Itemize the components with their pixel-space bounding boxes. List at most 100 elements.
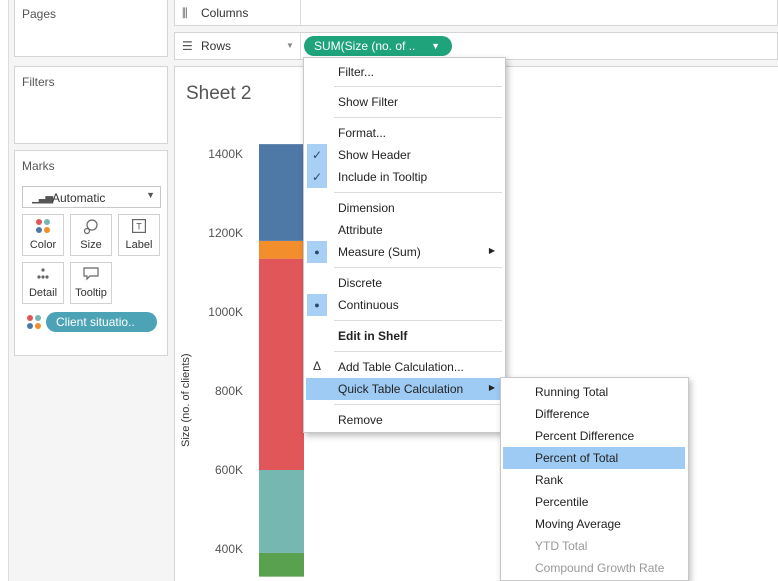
submenu-item[interactable]: Rank bbox=[503, 469, 685, 491]
tooltip-button[interactable]: Tooltip bbox=[70, 262, 112, 304]
submenu-item[interactable]: Difference bbox=[503, 403, 685, 425]
shelf-divider bbox=[300, 0, 301, 25]
pill-context-menu: Filter... Show Filter Format... ✓ Show Heade… bbox=[303, 57, 506, 433]
detail-icon bbox=[23, 267, 63, 287]
submenu-arrow-icon: ▶ bbox=[488, 383, 495, 392]
tooltip-label: Tooltip bbox=[75, 287, 107, 299]
y-tick-label: 1400K bbox=[208, 147, 243, 161]
marks-card: Marks ▁▃▅ Automatic ▼ Color Size T Label… bbox=[14, 150, 168, 356]
bar-segment[interactable] bbox=[259, 258, 304, 470]
menu-item-filter[interactable]: Filter... bbox=[306, 61, 503, 83]
columns-icon: ⫼ bbox=[182, 6, 188, 20]
bar-segment[interactable] bbox=[259, 144, 304, 241]
menu-item-label: Include in Tooltip bbox=[338, 170, 428, 184]
submenu-item[interactable]: Percent Difference bbox=[503, 425, 685, 447]
menu-item-label: Remove bbox=[338, 413, 383, 427]
columns-shelf[interactable]: ⫼ Columns bbox=[174, 0, 778, 26]
menu-item-label: Show Header bbox=[338, 148, 411, 162]
label-button[interactable]: T Label bbox=[118, 214, 160, 256]
color-icon bbox=[27, 315, 41, 329]
rows-label: Rows bbox=[201, 39, 232, 53]
label-label: Label bbox=[125, 239, 153, 251]
radio-dot-icon: ● bbox=[307, 241, 327, 263]
size-icon bbox=[71, 219, 111, 239]
left-edge-panel bbox=[0, 0, 9, 581]
radio-dot-icon: ● bbox=[307, 294, 327, 316]
pages-title: Pages bbox=[22, 7, 57, 21]
submenu-item-label: YTD Total bbox=[535, 539, 588, 553]
submenu-arrow-icon: ▶ bbox=[488, 246, 495, 255]
submenu-item[interactable]: Moving Average bbox=[503, 513, 685, 535]
shelf-divider bbox=[300, 33, 301, 59]
menu-separator bbox=[334, 117, 502, 118]
menu-item-label: Discrete bbox=[338, 276, 383, 290]
y-tick-label: 400K bbox=[215, 542, 243, 556]
submenu-item-label: Rank bbox=[535, 473, 564, 487]
bar-chart-icon: ▁▃▅ bbox=[32, 193, 53, 204]
y-axis-label: Size (no. of clients) bbox=[180, 353, 192, 447]
quick-table-calculation-submenu: Running Total Difference Percent Differenc… bbox=[500, 377, 689, 581]
menu-item-label: Quick Table Calculation bbox=[338, 382, 464, 396]
submenu-item: YTD Total bbox=[503, 535, 685, 557]
sum-size-pill-label: SUM(Size (no. of .. bbox=[314, 39, 416, 53]
menu-item-add-table-calculation[interactable]: Δ Add Table Calculation... bbox=[306, 356, 503, 378]
color-icon bbox=[23, 219, 63, 239]
submenu-item-label: Percent of Total bbox=[535, 451, 619, 465]
menu-item-edit-in-shelf[interactable]: Edit in Shelf bbox=[306, 325, 503, 347]
delta-icon: Δ bbox=[313, 359, 322, 373]
sum-size-pill[interactable]: SUM(Size (no. of .. ▼ bbox=[304, 36, 452, 56]
rows-shelf[interactable]: ☰ Rows ▼ SUM(Size (no. of .. ▼ bbox=[174, 32, 778, 60]
menu-item-label: Add Table Calculation... bbox=[338, 360, 464, 374]
bar-segment[interactable] bbox=[259, 552, 304, 577]
bar-segment[interactable] bbox=[259, 240, 304, 259]
menu-item-dimension[interactable]: Dimension bbox=[306, 197, 503, 219]
menu-item-discrete[interactable]: Discrete bbox=[306, 272, 503, 294]
color-label: Color bbox=[29, 239, 57, 251]
menu-item-label: Show Filter bbox=[338, 95, 399, 109]
menu-item-quick-table-calculation[interactable]: Quick Table Calculation ▶ bbox=[306, 378, 503, 400]
y-tick-label: 800K bbox=[215, 384, 243, 398]
submenu-item-label: Percentile bbox=[535, 495, 589, 509]
marks-field-row: Client situatio.. bbox=[25, 311, 165, 333]
bar-segment[interactable] bbox=[259, 470, 304, 553]
mark-type-value: Automatic bbox=[52, 191, 106, 205]
menu-item-format[interactable]: Format... bbox=[306, 122, 503, 144]
menu-item-measure-sum[interactable]: ● Measure (Sum) ▶ bbox=[306, 241, 503, 263]
chevron-down-icon: ▼ bbox=[146, 190, 155, 200]
submenu-item[interactable]: Percent of Total bbox=[503, 447, 685, 469]
submenu-item-label: Percent Difference bbox=[535, 429, 635, 443]
y-tick-label: 1000K bbox=[208, 305, 243, 319]
size-label: Size bbox=[80, 239, 102, 251]
menu-item-show-header[interactable]: ✓ Show Header bbox=[306, 144, 503, 166]
detail-button[interactable]: Detail bbox=[22, 262, 64, 304]
menu-item-continuous[interactable]: ● Continuous bbox=[306, 294, 503, 316]
submenu-item: Compound Growth Rate bbox=[503, 557, 685, 579]
pages-card[interactable]: Pages bbox=[14, 0, 168, 57]
mark-type-dropdown[interactable]: ▁▃▅ Automatic ▼ bbox=[22, 186, 161, 208]
menu-item-show-filter[interactable]: Show Filter bbox=[306, 91, 503, 113]
menu-separator bbox=[334, 192, 502, 193]
menu-item-remove[interactable]: Remove bbox=[306, 409, 503, 431]
label-icon: T bbox=[119, 219, 159, 239]
chevron-down-icon[interactable]: ▼ bbox=[431, 36, 440, 56]
menu-item-label: Attribute bbox=[338, 223, 383, 237]
menu-separator bbox=[334, 267, 502, 268]
submenu-item[interactable]: Percentile bbox=[503, 491, 685, 513]
columns-label: Columns bbox=[201, 6, 249, 20]
filters-card[interactable]: Filters bbox=[14, 66, 168, 144]
menu-item-attribute[interactable]: Attribute bbox=[306, 219, 503, 241]
menu-item-label: Format... bbox=[338, 126, 387, 140]
menu-item-include-in-tooltip[interactable]: ✓ Include in Tooltip bbox=[306, 166, 503, 188]
submenu-item-label: Difference bbox=[535, 407, 590, 421]
color-button[interactable]: Color bbox=[22, 214, 64, 256]
checkmark-icon: ✓ bbox=[307, 166, 327, 188]
submenu-item[interactable]: Running Total bbox=[503, 381, 685, 403]
client-situation-pill[interactable]: Client situatio.. bbox=[46, 312, 157, 332]
svg-text:T: T bbox=[136, 222, 142, 232]
marks-title: Marks bbox=[22, 159, 55, 173]
size-button[interactable]: Size bbox=[70, 214, 112, 256]
menu-item-label: Edit in Shelf bbox=[338, 329, 408, 343]
y-tick-label: 1200K bbox=[208, 226, 243, 240]
menu-separator bbox=[334, 320, 502, 321]
menu-item-label: Dimension bbox=[338, 201, 395, 215]
